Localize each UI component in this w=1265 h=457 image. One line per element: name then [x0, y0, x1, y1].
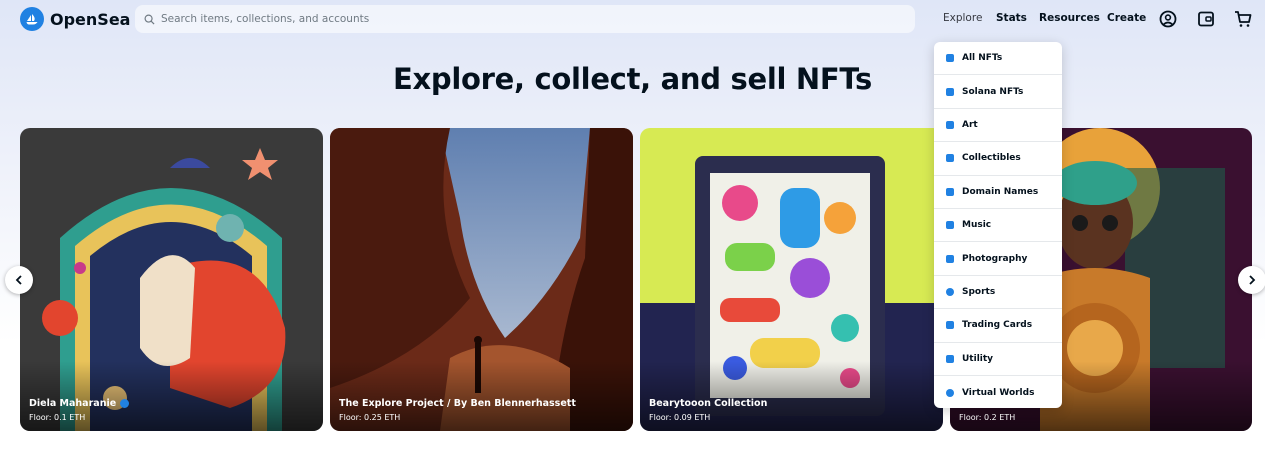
domain-icon	[946, 187, 954, 196]
collection-name: Bearytooon Collection	[649, 398, 767, 409]
collection-name: Diela Maharanie	[29, 398, 130, 409]
menu-item-label: Sports	[962, 286, 996, 297]
menu-item-utility[interactable]: Utility	[934, 343, 1062, 376]
menu-item-label: Utility	[962, 353, 994, 364]
carousel-prev-button[interactable]	[5, 266, 33, 294]
menu-item-virtual-worlds[interactable]: Virtual Worlds	[934, 376, 1062, 408]
solana-icon	[946, 87, 954, 96]
menu-item-label: Collectibles	[962, 153, 1021, 164]
collection-card-bearytooon[interactable]: Bearytooon Collection Floor: 0.09 ETH	[640, 128, 943, 431]
globe-icon	[946, 388, 954, 397]
search-bar[interactable]	[135, 5, 915, 33]
collection-name-text: Bearytooon Collection	[649, 398, 768, 409]
palette-icon	[946, 120, 954, 129]
page-title: Explore, collect, and sell NFTs	[393, 62, 872, 96]
verified-badge-icon	[120, 399, 130, 408]
menu-item-trading-cards[interactable]: Trading Cards	[934, 309, 1062, 343]
menu-item-collectibles[interactable]: Collectibles	[934, 142, 1062, 176]
floor-price: Floor: 0.09 ETH	[649, 413, 711, 422]
top-nav-bar: OpenSea Explore Stats Resources Create	[0, 0, 1265, 38]
menu-item-label: Solana NFTs	[962, 86, 1024, 97]
menu-item-label: Art	[962, 119, 978, 130]
nav-create[interactable]: Create	[1107, 12, 1146, 24]
wallet-icon[interactable]	[1196, 9, 1216, 29]
utility-icon	[946, 354, 954, 363]
collection-name-text: The Explore Project / By Ben Blennerhass…	[339, 398, 576, 409]
explore-dropdown-menu: All NFTs Solana NFTs Art Collectibles Do…	[934, 42, 1062, 408]
menu-item-all-nfts[interactable]: All NFTs	[934, 42, 1062, 76]
logo-text: OpenSea	[50, 9, 131, 29]
music-icon	[946, 221, 954, 230]
nav-explore[interactable]: Explore	[943, 12, 982, 24]
cart-icon[interactable]	[1233, 9, 1253, 29]
menu-item-sports[interactable]: Sports	[934, 276, 1062, 310]
collectibles-icon	[946, 154, 954, 163]
card-icon	[946, 321, 954, 330]
opensea-logo-icon	[20, 7, 44, 31]
menu-item-label: Virtual Worlds	[962, 387, 1035, 398]
menu-item-solana-nfts[interactable]: Solana NFTs	[934, 75, 1062, 109]
collection-name: The Explore Project / By Ben Blennerhass…	[339, 398, 576, 409]
menu-item-label: Photography	[962, 253, 1028, 264]
nav-resources[interactable]: Resources	[1039, 12, 1100, 24]
collection-card-explore-project[interactable]: The Explore Project / By Ben Blennerhass…	[330, 128, 633, 431]
menu-item-photography[interactable]: Photography	[934, 242, 1062, 276]
chevron-left-icon	[15, 275, 22, 285]
menu-item-label: All NFTs	[962, 53, 1003, 64]
chevron-right-icon	[1249, 275, 1256, 285]
search-icon	[144, 14, 155, 25]
floor-price: Floor: 0.2 ETH	[959, 413, 1016, 422]
collection-name-text: Diela Maharanie	[29, 398, 117, 409]
menu-item-label: Domain Names	[962, 186, 1039, 197]
search-input[interactable]	[161, 13, 881, 25]
menu-item-art[interactable]: Art	[934, 109, 1062, 143]
carousel-next-button[interactable]	[1238, 266, 1265, 294]
account-icon[interactable]	[1158, 9, 1178, 29]
collection-card-diela-maharanie[interactable]: Diela Maharanie Floor: 0.1 ETH	[20, 128, 323, 431]
camera-icon	[946, 254, 954, 263]
menu-item-label: Trading Cards	[962, 320, 1033, 331]
nav-stats[interactable]: Stats	[996, 12, 1027, 24]
menu-item-music[interactable]: Music	[934, 209, 1062, 243]
floor-price: Floor: 0.1 ETH	[29, 413, 86, 422]
floor-price: Floor: 0.25 ETH	[339, 413, 401, 422]
menu-item-domain-names[interactable]: Domain Names	[934, 176, 1062, 209]
menu-item-label: Music	[962, 220, 992, 231]
grid-icon	[946, 54, 954, 63]
ball-icon	[946, 287, 954, 296]
opensea-logo[interactable]: OpenSea	[20, 7, 130, 31]
